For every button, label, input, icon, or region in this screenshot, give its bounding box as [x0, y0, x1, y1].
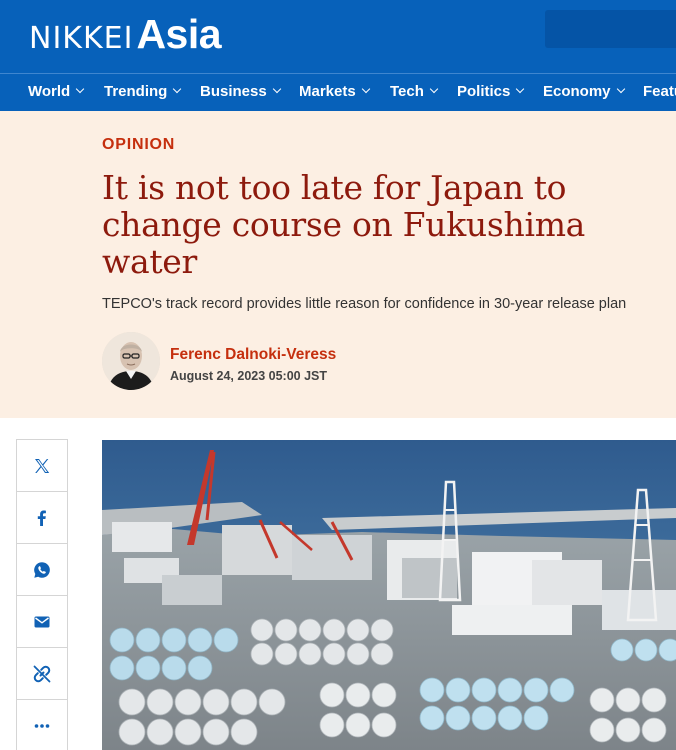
nav-item-features[interactable]: Featu — [643, 74, 676, 111]
share-copy-link-button[interactable] — [17, 648, 67, 700]
nav-label: Tech — [390, 83, 424, 100]
article-header: OPINION It is not too late for Japan to … — [0, 111, 676, 418]
author-avatar[interactable] — [102, 332, 160, 390]
nikkei-asia-logo[interactable]: NIKKEIAsia — [29, 11, 222, 58]
nav-item-economy[interactable]: Economy — [543, 74, 625, 111]
nav-label: World — [28, 83, 71, 100]
nav-label: Business — [200, 83, 267, 100]
nav-label: Economy — [543, 83, 611, 100]
x-icon — [35, 458, 50, 473]
logo-main-text: NIKKEI — [29, 21, 134, 56]
publish-date: August 24, 2023 05:00 JST — [170, 369, 328, 383]
logo-accent-text: Asia — [136, 11, 222, 57]
share-email-button[interactable] — [17, 596, 67, 648]
author-name[interactable]: Ferenc Dalnoki-Veress — [170, 346, 336, 364]
nav-item-world[interactable]: World — [28, 74, 85, 111]
chevron-down-icon — [429, 84, 439, 94]
copy-link-icon — [33, 665, 51, 682]
site-header: NIKKEIAsia — [0, 0, 676, 73]
share-facebook-button[interactable] — [17, 492, 67, 544]
chevron-down-icon — [173, 84, 182, 94]
share-x-button[interactable] — [17, 440, 67, 492]
whatsapp-icon — [34, 561, 50, 578]
article-headline: It is not too late for Japan to change c… — [102, 168, 586, 281]
search-input[interactable] — [545, 10, 676, 48]
share-whatsapp-button[interactable] — [17, 544, 67, 596]
hero-image — [102, 440, 676, 750]
nav-label: Politics — [457, 83, 511, 100]
more-icon — [34, 724, 50, 728]
email-icon — [34, 616, 50, 627]
chevron-down-icon — [616, 84, 625, 94]
nav-item-politics[interactable]: Politics — [457, 74, 525, 111]
section-kicker[interactable]: OPINION — [102, 136, 175, 154]
nav-label: Markets — [299, 83, 356, 100]
nav-label: Featu — [643, 83, 676, 100]
nav-item-trending[interactable]: Trending — [104, 74, 182, 111]
chevron-down-icon — [361, 84, 370, 94]
share-bar — [16, 439, 68, 750]
nav-item-tech[interactable]: Tech — [390, 74, 439, 111]
author-portrait — [102, 332, 160, 390]
nav-item-markets[interactable]: Markets — [299, 74, 370, 111]
article-standfirst: TEPCO's track record provides little rea… — [102, 296, 627, 312]
nav-item-business[interactable]: Business — [200, 74, 281, 111]
facebook-icon — [37, 510, 46, 526]
chevron-down-icon — [75, 84, 85, 94]
nav-label: Trending — [104, 83, 168, 100]
chevron-down-icon — [272, 84, 281, 94]
chevron-down-icon — [516, 84, 525, 94]
main-nav: World Trending Business Markets Tech Pol… — [0, 73, 676, 111]
share-more-button[interactable] — [17, 700, 67, 750]
fukushima-plant-photo — [102, 440, 676, 750]
